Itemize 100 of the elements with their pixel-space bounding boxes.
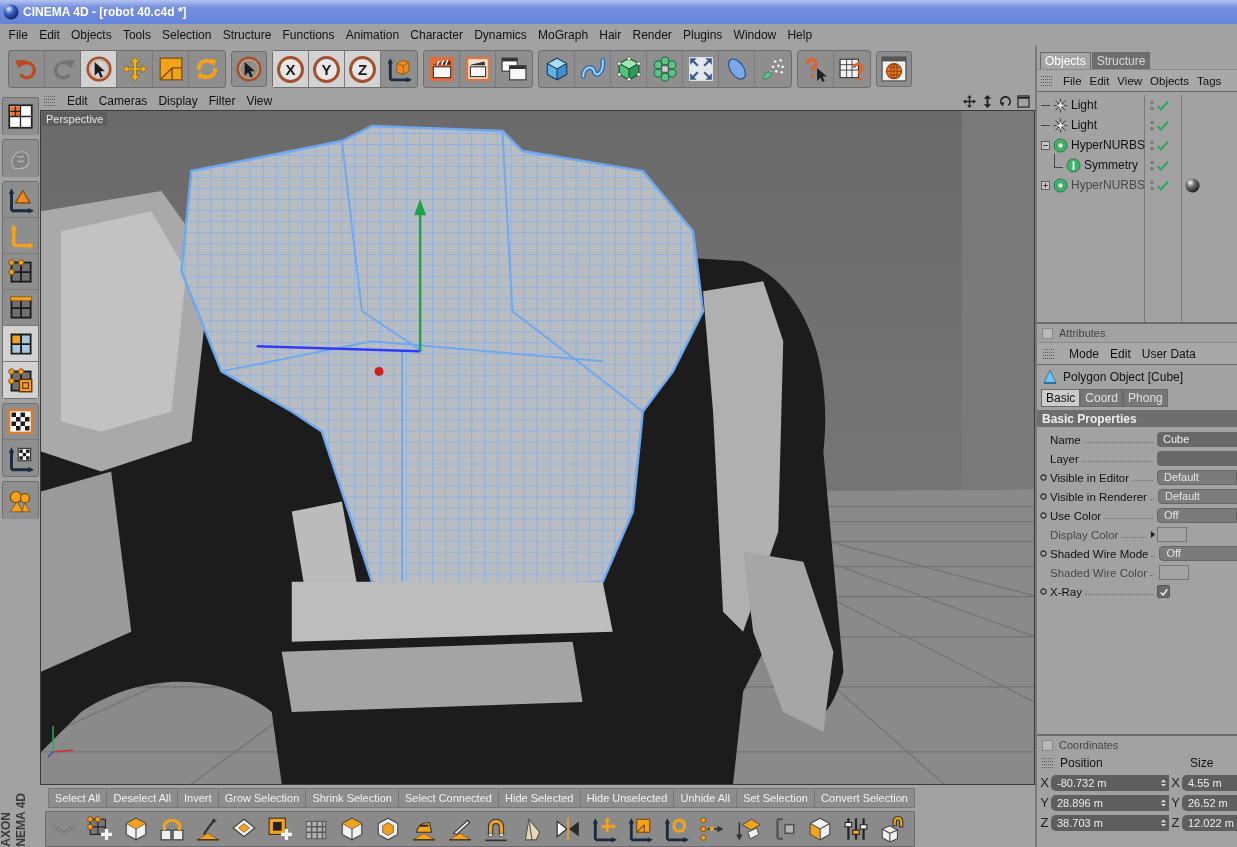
property-label: X-Ray — [1050, 585, 1082, 598]
menu-item[interactable]: Hair — [593, 28, 627, 42]
updown-arrow-icon[interactable] — [981, 94, 994, 108]
visibility-dots-icon[interactable] — [1149, 98, 1155, 112]
panel-toggle[interactable] — [1042, 327, 1053, 339]
material-sphere-icon[interactable] — [1185, 177, 1200, 193]
check-icon[interactable] — [1156, 158, 1169, 172]
menu-item[interactable]: Tags — [1197, 74, 1222, 87]
menu-item[interactable]: Objects — [65, 28, 118, 42]
axis-toggle[interactable]: Z — [345, 51, 381, 87]
menu-item[interactable]: Character — [404, 28, 469, 42]
checkbox[interactable] — [1157, 585, 1170, 598]
check-icon[interactable] — [1156, 178, 1169, 192]
object-name[interactable]: Light — [1071, 118, 1098, 132]
object-name[interactable]: HyperNURBS — [1071, 178, 1145, 192]
grip-icon[interactable] — [44, 95, 56, 107]
color-field[interactable] — [1157, 527, 1187, 542]
panel-tab[interactable]: Structure — [1091, 52, 1151, 69]
axis-toggle[interactable]: Y — [309, 51, 345, 87]
menu-item[interactable]: View — [243, 94, 281, 108]
menu-item[interactable]: Edit — [1110, 346, 1131, 361]
position-field[interactable]: 28.896 m — [1051, 794, 1169, 811]
size-field[interactable]: 26.52 m — [1182, 794, 1237, 811]
text-field[interactable] — [1157, 451, 1237, 466]
size-field[interactable]: 12.022 m — [1182, 814, 1237, 831]
menu-item[interactable]: Structure — [217, 28, 277, 42]
menu-item[interactable]: Objects — [1150, 74, 1190, 87]
menu-item[interactable]: Tools — [117, 28, 157, 42]
visibility-dots-icon[interactable] — [1149, 138, 1155, 152]
menu-item[interactable]: Edit — [64, 94, 96, 108]
bridge-icon — [159, 816, 185, 842]
menu-item[interactable]: Edit — [1089, 74, 1110, 87]
minus-box-icon[interactable] — [1041, 140, 1050, 150]
menu-item[interactable]: Cameras — [95, 94, 156, 108]
key-circle-icon[interactable] — [1040, 512, 1047, 519]
menu-item[interactable]: Selection — [156, 28, 218, 42]
menu-item[interactable]: Edit — [33, 28, 66, 42]
visibility-dots-icon[interactable] — [1149, 178, 1155, 192]
plus-box-icon[interactable] — [1041, 180, 1050, 190]
light-star-icon — [1053, 117, 1068, 133]
object-title: Polygon Object [Cube] — [1063, 369, 1184, 384]
text-field[interactable]: Cube — [1157, 432, 1237, 447]
dropdown[interactable]: Off — [1157, 508, 1237, 523]
window-icon[interactable] — [1017, 94, 1030, 108]
menu-item[interactable]: User Data — [1141, 346, 1196, 361]
menu-item[interactable]: Animation — [340, 28, 405, 42]
grid-edge-icon — [7, 294, 34, 321]
check-icon[interactable] — [1156, 98, 1169, 112]
menu-item[interactable]: Functions — [276, 28, 341, 42]
object-name[interactable]: Light — [1071, 98, 1098, 112]
menu-item[interactable]: Filter — [205, 94, 244, 108]
key-circle-icon[interactable] — [1040, 550, 1047, 557]
grip-icon[interactable] — [1041, 74, 1053, 87]
toolbar-button[interactable] — [876, 51, 912, 87]
menu-item[interactable]: File — [1063, 74, 1082, 87]
key-circle-icon[interactable] — [1040, 474, 1047, 481]
position-field[interactable]: -80.732 m — [1051, 774, 1169, 791]
toolbar-button[interactable] — [231, 51, 267, 87]
menu-item[interactable]: Mode — [1069, 346, 1100, 361]
position-field[interactable]: 38.703 m — [1051, 814, 1169, 831]
move-arrows-icon[interactable] — [963, 94, 976, 108]
cube-icon — [123, 816, 149, 842]
mode-button[interactable] — [3, 326, 38, 362]
grip-icon[interactable] — [1042, 757, 1054, 769]
menu-item[interactable]: MoGraph — [532, 28, 594, 42]
object-name[interactable]: HyperNURBS — [1071, 138, 1145, 152]
toolbar-button[interactable] — [81, 51, 117, 87]
axes-cube-icon — [386, 56, 412, 82]
menu-item[interactable]: Help — [781, 28, 818, 42]
menu-item[interactable]: File — [3, 28, 34, 42]
mode-button[interactable] — [3, 362, 38, 398]
spinner-icon[interactable] — [1160, 797, 1167, 808]
move-arrows-icon — [121, 56, 148, 82]
menu-item[interactable]: Render — [626, 28, 678, 42]
window-title: CINEMA 4D - [robot 40.c4d *] — [23, 5, 187, 19]
object-name[interactable]: Symmetry — [1084, 158, 1138, 172]
axis-toggle[interactable]: X — [273, 51, 309, 87]
color-field[interactable] — [1159, 565, 1190, 580]
triangle-icon[interactable] — [1150, 530, 1156, 539]
property-label: Name — [1050, 433, 1081, 446]
check-icon[interactable] — [1156, 118, 1169, 132]
points-arrow-icon — [699, 816, 725, 842]
rotate-icon[interactable] — [999, 94, 1012, 108]
mode-button[interactable] — [2, 97, 39, 135]
spinner-icon[interactable] — [1160, 777, 1167, 788]
menu-item[interactable]: Dynamics — [468, 28, 533, 42]
menu-item[interactable]: Display — [155, 94, 206, 108]
menu-item[interactable]: View — [1117, 74, 1143, 87]
size-field[interactable]: 4.55 m — [1182, 774, 1237, 791]
panel-tab[interactable]: Basic — [1041, 389, 1081, 407]
menu-item[interactable]: Plugins — [677, 28, 728, 42]
spinner-icon[interactable] — [1160, 817, 1167, 828]
check-icon[interactable] — [1156, 138, 1169, 152]
menu-item[interactable]: Window — [727, 28, 782, 42]
key-circle-icon[interactable] — [1040, 493, 1047, 500]
visibility-dots-icon[interactable] — [1149, 118, 1155, 132]
grip-icon[interactable] — [1043, 347, 1055, 360]
visibility-dots-icon[interactable] — [1149, 158, 1155, 172]
panel-toggle[interactable] — [1042, 739, 1053, 751]
key-circle-icon[interactable] — [1040, 588, 1047, 595]
